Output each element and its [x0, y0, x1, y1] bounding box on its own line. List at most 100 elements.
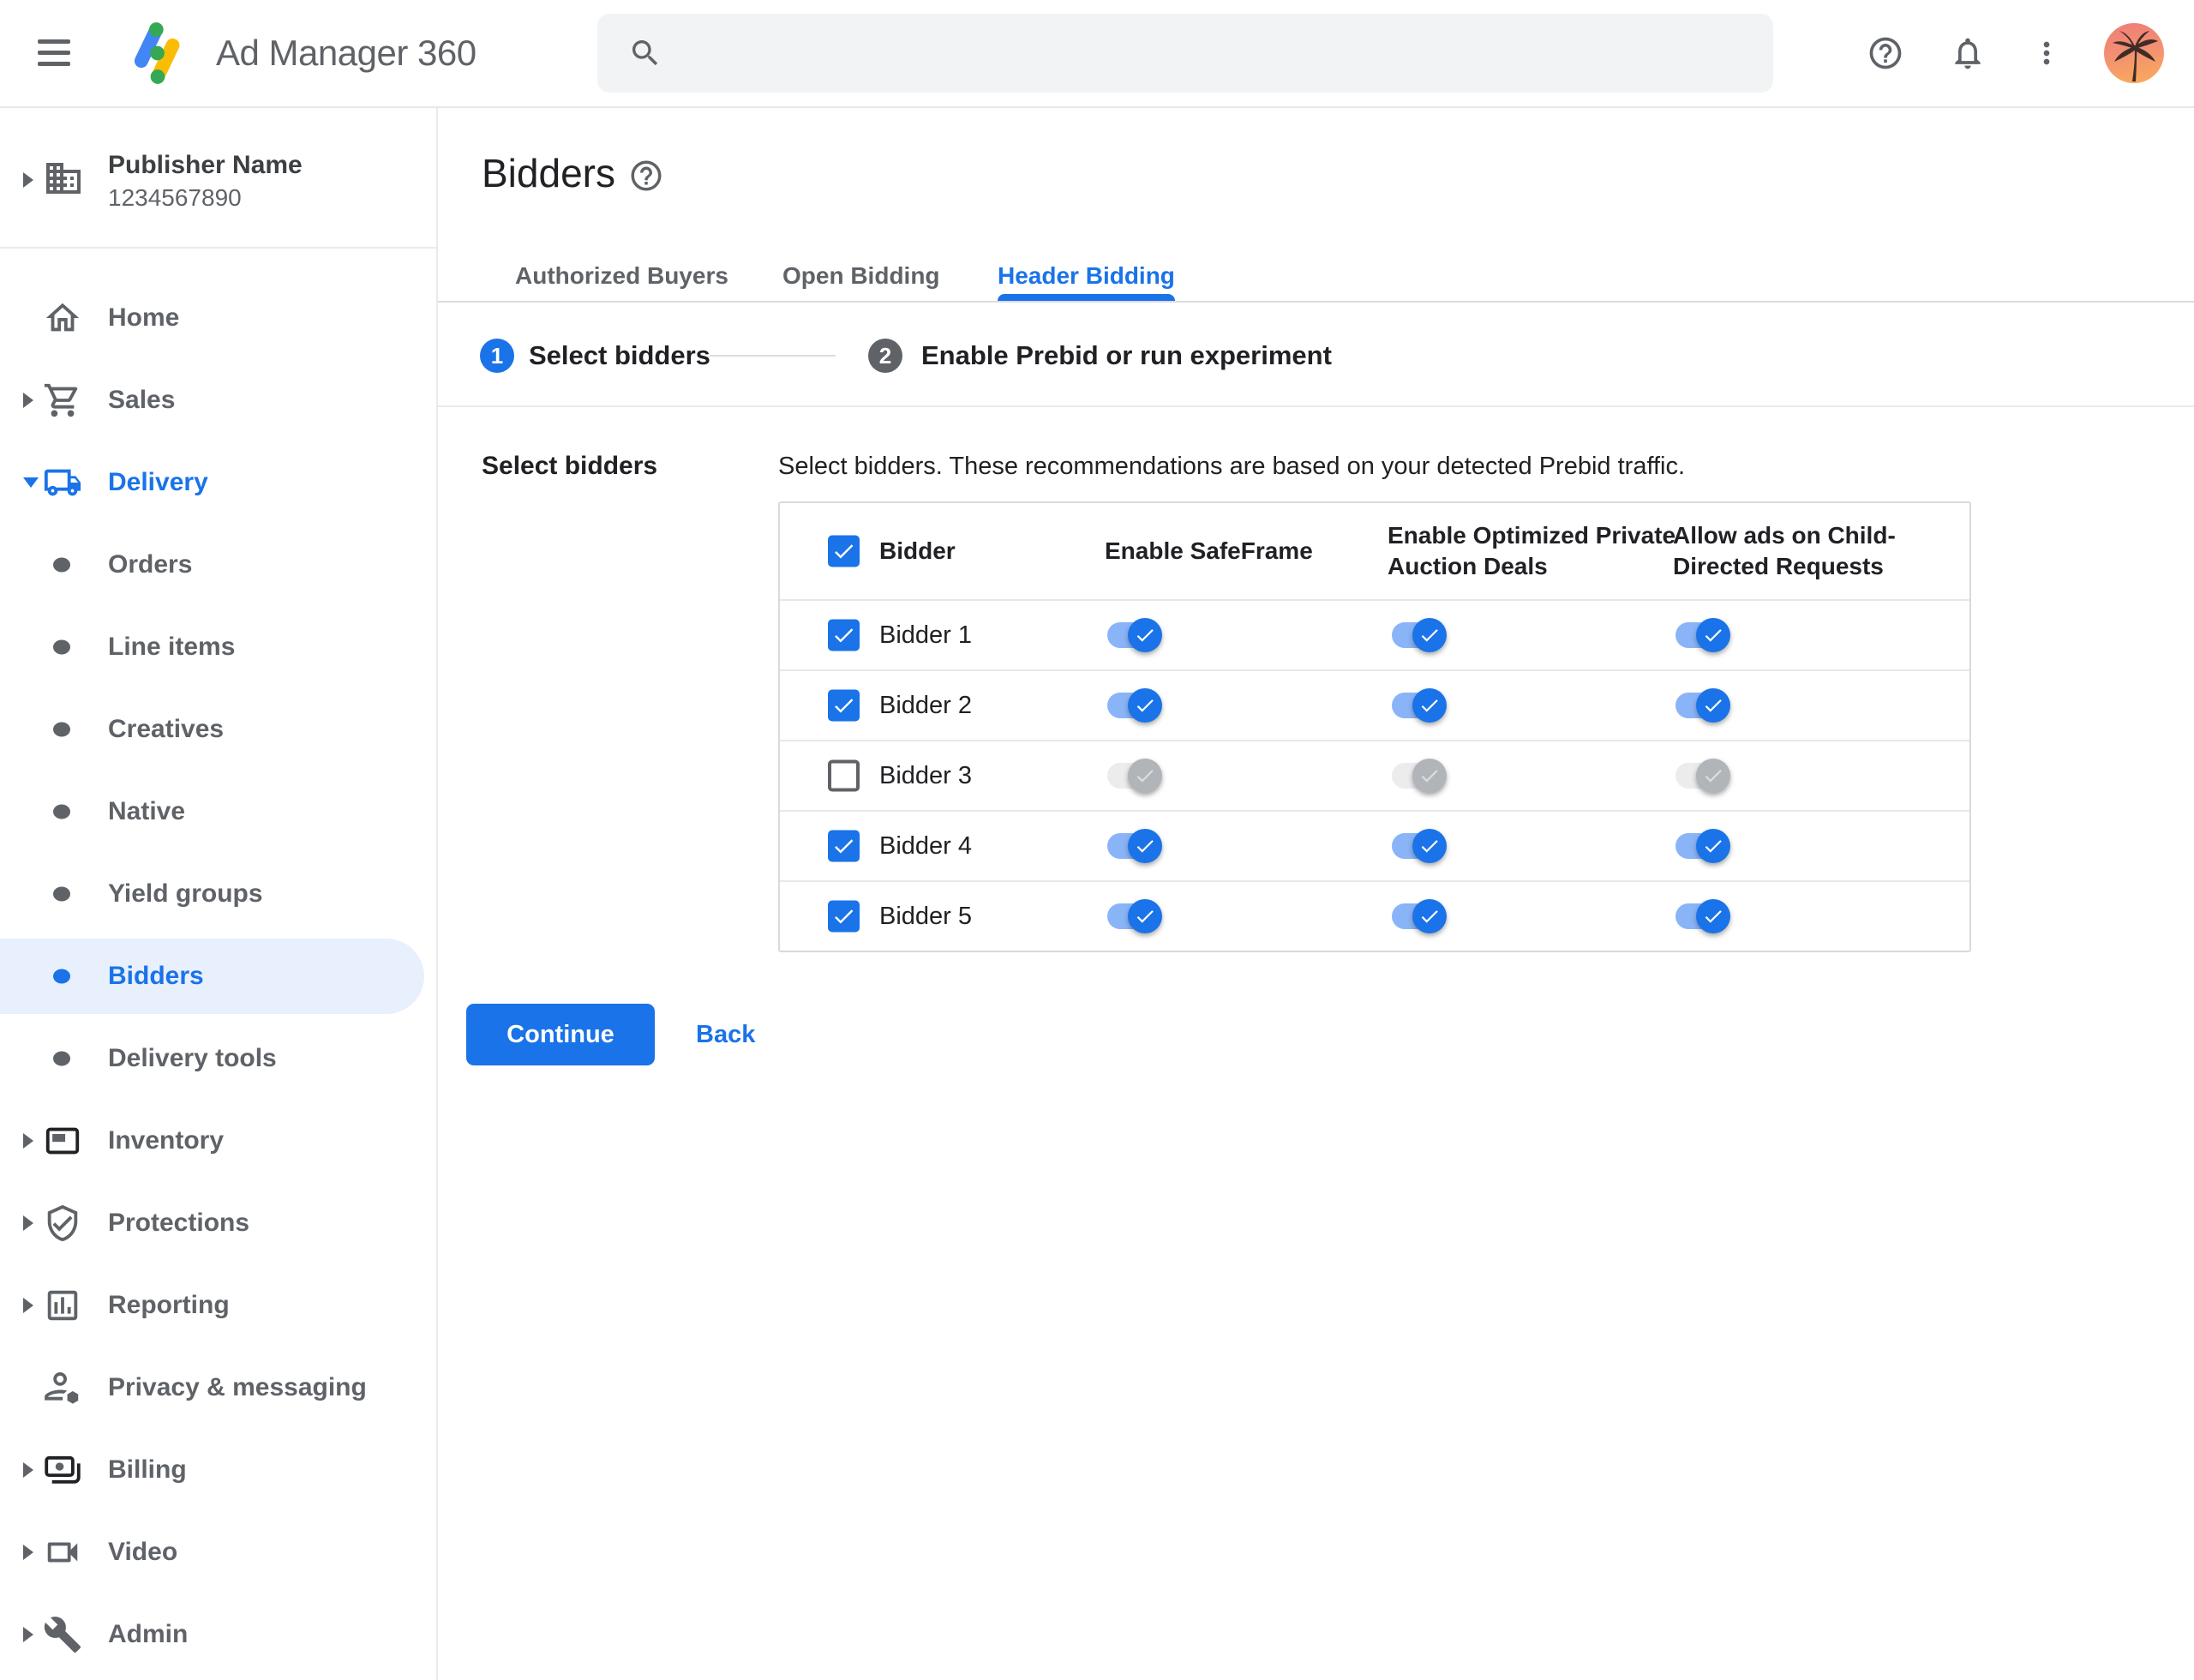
video-icon — [43, 1533, 82, 1572]
sidebar-item-label: Reporting — [108, 1291, 230, 1319]
check-icon — [1136, 629, 1154, 642]
avatar[interactable] — [2104, 23, 2164, 83]
bidder-5-allow-ads-child-directed-toggle[interactable] — [1675, 899, 1730, 933]
column-header-bidder: Bidder — [879, 537, 956, 564]
search-icon — [632, 40, 658, 66]
bidder-2-enable-optimized-private-auction-deals-toggle[interactable] — [1392, 688, 1447, 723]
sidebar-item-orders[interactable]: Orders — [0, 524, 436, 606]
check-icon — [1705, 910, 1722, 923]
check-icon — [1136, 840, 1154, 853]
sidebar-item-reporting[interactable]: Reporting — [0, 1264, 436, 1347]
bidder-4-allow-ads-child-directed-toggle[interactable] — [1675, 829, 1730, 863]
table-row-bidder-5: Bidder 5 — [780, 880, 1969, 951]
privacy-icon — [45, 1371, 79, 1404]
table-header-row: Bidder Enable SafeFrame Enable Optimized P… — [780, 503, 1969, 599]
sidebar-item-delivery-tools[interactable]: Delivery tools — [0, 1017, 436, 1100]
bullet-icon — [53, 557, 70, 573]
sidebar-item-billing[interactable]: Billing — [0, 1429, 436, 1511]
table-row-bidder-1: Bidder 1 — [780, 599, 1969, 669]
bullet-icon — [53, 722, 70, 737]
back-link[interactable]: Back — [696, 1004, 755, 1065]
check-icon — [835, 839, 854, 854]
video-icon — [47, 1542, 78, 1563]
bidder-4-enable-optimized-private-auction-deals-toggle[interactable] — [1392, 829, 1447, 863]
sidebar-item-native[interactable]: Native — [0, 771, 436, 853]
help-icon[interactable] — [1867, 34, 1904, 72]
search-input[interactable] — [683, 14, 1749, 94]
title-help-icon[interactable] — [628, 158, 664, 194]
bidder-3-enable-safeframe-toggle[interactable] — [1107, 759, 1162, 793]
search-bar[interactable] — [597, 14, 1773, 94]
sidebar-item-bidders[interactable]: Bidders — [0, 935, 436, 1017]
sidebar-item-video[interactable]: Video — [0, 1511, 436, 1593]
column-header-enable-optimized-private-auction-deals: Enable Optimized Private Auction Deals — [1388, 522, 1676, 579]
sidebar-item-label: Line items — [108, 633, 236, 661]
step-connector — [710, 355, 836, 357]
row-checkbox-bidder-4[interactable] — [828, 830, 860, 862]
sidebar-item-protections[interactable]: Protections — [0, 1182, 436, 1264]
admin-icon — [44, 1617, 81, 1653]
bidder-name: Bidder 1 — [879, 621, 973, 649]
toggle-thumb — [1128, 618, 1162, 652]
privacy-icon — [43, 1368, 82, 1407]
check-icon — [1705, 840, 1722, 853]
inventory-icon — [45, 1127, 80, 1155]
section-label: Select bidders — [482, 452, 658, 480]
sidebar-item-line-items[interactable]: Line items — [0, 606, 436, 688]
bidder-name: Bidder 3 — [879, 762, 973, 789]
bidder-4-enable-safeframe-toggle[interactable] — [1107, 829, 1162, 863]
row-checkbox-bidder-2[interactable] — [828, 689, 860, 722]
column-header-allow-ads-on-child-directed-requests: Allow ads on Child-Directed Requests — [1673, 522, 1896, 579]
bidder-5-enable-safeframe-toggle[interactable] — [1107, 899, 1162, 933]
bidder-1-enable-optimized-private-auction-deals-toggle[interactable] — [1392, 618, 1447, 652]
sidebar-item-delivery[interactable]: Delivery — [0, 441, 436, 524]
sidebar-item-home[interactable]: Home — [0, 277, 436, 359]
continue-button[interactable]: Continue — [466, 1004, 655, 1065]
notifications-bell-icon[interactable] — [1949, 34, 1987, 72]
sidebar-item-sales[interactable]: Sales — [0, 359, 436, 441]
ad-manager-app: Ad Manager 360 Publisher Name 1234567890… — [0, 0, 2194, 1680]
toggle-thumb — [1696, 688, 1730, 723]
sidebar-item-admin[interactable]: Admin — [0, 1593, 436, 1676]
toggle-thumb — [1412, 899, 1447, 933]
check-icon — [835, 909, 854, 924]
table-row-bidder-4: Bidder 4 — [780, 810, 1969, 880]
step-1-indicator: 1 — [480, 339, 514, 373]
sidebar-item-label: Bidders — [108, 962, 204, 990]
bidder-2-allow-ads-child-directed-toggle[interactable] — [1675, 688, 1730, 723]
row-checkbox-bidder-1[interactable] — [828, 619, 860, 651]
menu-icon[interactable] — [38, 39, 70, 68]
sidebar-item-label: Admin — [108, 1620, 189, 1648]
select-all-checkbox[interactable] — [828, 535, 860, 567]
truck-icon — [43, 463, 82, 502]
stepper-divider — [438, 405, 2194, 407]
tab-open-bidding[interactable]: Open Bidding — [782, 250, 940, 302]
tab-authorized-buyers[interactable]: Authorized Buyers — [515, 250, 728, 302]
bidder-name: Bidder 5 — [879, 903, 973, 930]
sidebar-item-yield-groups[interactable]: Yield groups — [0, 853, 436, 935]
sidebar-item-creatives[interactable]: Creatives — [0, 688, 436, 771]
sidebar-item-inventory[interactable]: Inventory — [0, 1100, 436, 1182]
step-1-label: Select bidders — [529, 340, 710, 370]
report-icon — [43, 1286, 82, 1325]
bidder-1-allow-ads-child-directed-toggle[interactable] — [1675, 618, 1730, 652]
bidder-3-enable-optimized-private-auction-deals-toggle[interactable] — [1392, 759, 1447, 793]
bidder-1-enable-safeframe-toggle[interactable] — [1107, 618, 1162, 652]
bidder-3-allow-ads-child-directed-toggle[interactable] — [1675, 759, 1730, 793]
billing-icon — [43, 1450, 82, 1490]
more-options-icon[interactable] — [2029, 36, 2064, 70]
caret-right-icon — [23, 1298, 33, 1313]
ad-manager-logo-icon — [134, 22, 180, 84]
step-2-label: Enable Prebid or run experiment — [921, 340, 1332, 370]
cart-icon — [44, 383, 78, 417]
sidebar-item-label: Video — [108, 1538, 178, 1566]
caret-right-icon — [23, 172, 33, 188]
toggle-thumb — [1128, 759, 1162, 793]
row-checkbox-bidder-5[interactable] — [828, 900, 860, 933]
publisher-selector[interactable]: Publisher Name 1234567890 — [0, 108, 436, 247]
bidder-5-enable-optimized-private-auction-deals-toggle[interactable] — [1392, 899, 1447, 933]
caret-down-icon — [23, 477, 39, 488]
row-checkbox-bidder-3[interactable] — [828, 759, 860, 792]
bidder-2-enable-safeframe-toggle[interactable] — [1107, 688, 1162, 723]
sidebar-item-privacy-messaging[interactable]: Privacy & messaging — [0, 1347, 436, 1429]
